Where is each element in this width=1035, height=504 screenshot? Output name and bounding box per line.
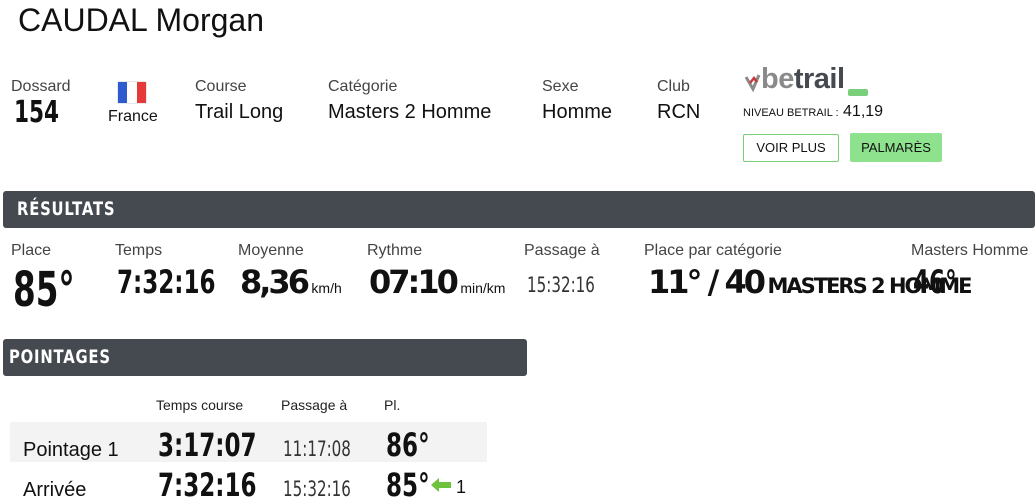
betrail-logo[interactable]: betrail (744, 63, 874, 97)
masters-homme-value: 46° (913, 263, 957, 301)
masters-homme-label: Masters Homme (911, 242, 1029, 259)
col-header-passage: Passage à (281, 397, 348, 413)
course-value: Trail Long (195, 101, 284, 123)
dossard-value: 154 (14, 95, 60, 130)
row-label: Arrivée (23, 479, 87, 501)
course-label: Course (195, 78, 247, 95)
row-place: 85° (386, 466, 430, 504)
rythme-group: 07:10 min/km (369, 263, 505, 301)
row-label: Pointage 1 (23, 439, 119, 461)
moyenne-group: 8,36 km/h (240, 263, 342, 301)
betrail-logo-text: betrail (761, 63, 845, 95)
pointages-header: POINTAGES (3, 339, 527, 376)
place-value: 85° (13, 262, 75, 318)
row-passage: 15:32:16 (283, 477, 351, 501)
rythme-label: Rythme (367, 242, 423, 259)
row-temps: 3:17:07 (158, 426, 257, 464)
sexe-label: Sexe (542, 78, 579, 95)
moyenne-label: Moyenne (238, 242, 304, 259)
club-value: RCN (657, 101, 701, 123)
dossard-label: Dossard (11, 78, 71, 95)
resultats-title: RÉSULTATS (17, 198, 116, 220)
temps-value: 7:32:16 (117, 263, 216, 301)
country-label: France (108, 108, 158, 125)
niveau-betrail-value: 41,19 (843, 103, 884, 120)
passage-label: Passage à (524, 242, 600, 259)
temps-label: Temps (115, 242, 163, 259)
club-label: Club (657, 78, 690, 95)
voir-plus-button[interactable]: VOIR PLUS (743, 134, 839, 162)
rythme-unit: min/km (460, 280, 506, 296)
place-categorie-label: Place par catégorie (644, 242, 782, 259)
place-categorie-value: 11° / 40 (648, 263, 766, 301)
palmares-button[interactable]: PALMARÈS (850, 133, 942, 162)
row-temps: 7:32:16 (158, 466, 257, 504)
col-header-pl: Pl. (384, 397, 401, 413)
position-gain-value: 1 (456, 477, 467, 497)
passage-value: 15:32:16 (527, 273, 595, 297)
row-passage: 11:17:08 (283, 437, 351, 461)
sexe-value: Homme (542, 101, 613, 123)
row-place: 86° (386, 426, 430, 464)
resultats-header: RÉSULTATS (3, 191, 1035, 228)
niveau-betrail: NIVEAU BETRAIL : 41,19 (743, 103, 883, 121)
rythme-value: 07:10 (369, 263, 459, 301)
place-label: Place (11, 242, 52, 259)
niveau-betrail-label: NIVEAU BETRAIL : (743, 107, 839, 119)
moyenne-unit: km/h (311, 280, 342, 296)
categorie-value: Masters 2 Homme (328, 101, 492, 123)
categorie-label: Catégorie (328, 78, 398, 95)
position-gain-arrow-icon (431, 478, 451, 492)
col-header-temps: Temps course (156, 397, 244, 413)
athlete-name: CAUDAL Morgan (18, 2, 265, 38)
france-flag-icon (118, 82, 146, 103)
moyenne-value: 8,36 (240, 263, 310, 301)
pointages-title: POINTAGES (9, 346, 111, 368)
